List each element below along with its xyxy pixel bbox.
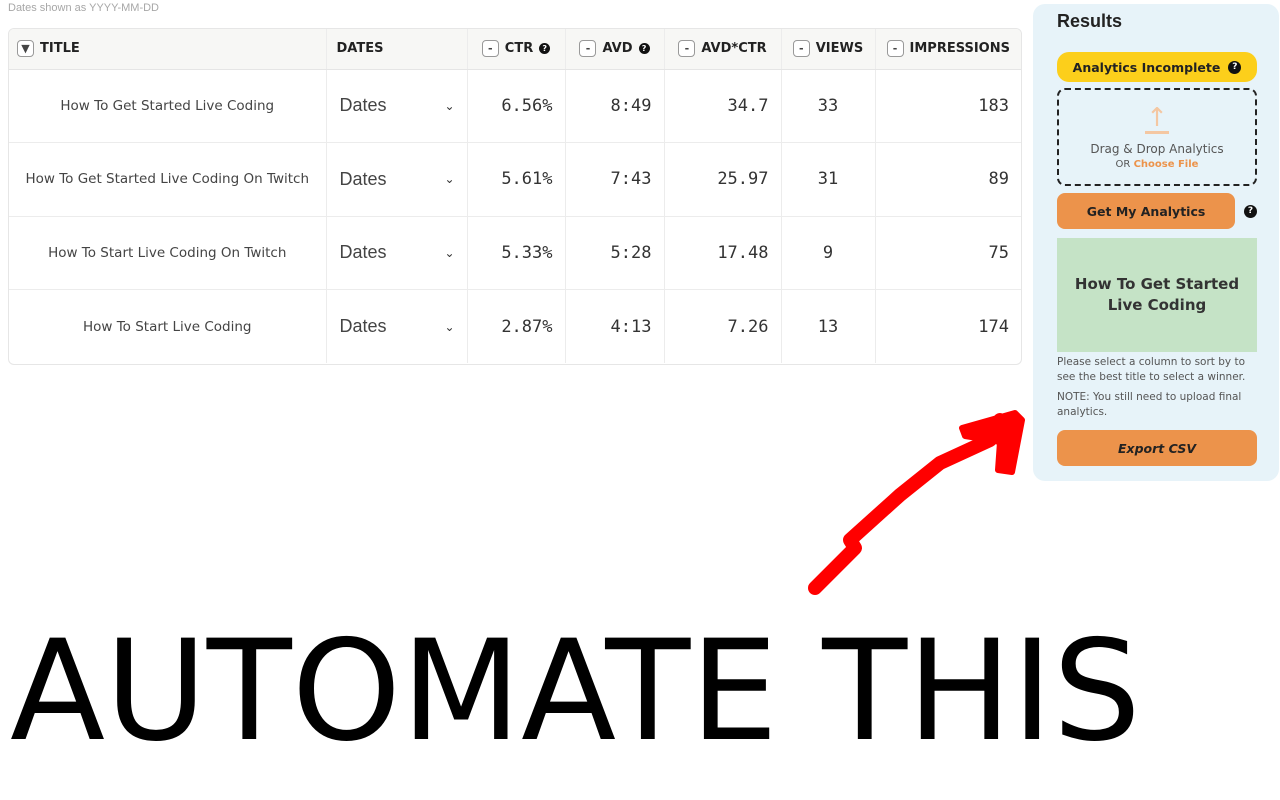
avd-cell: 8:49 (565, 69, 665, 143)
ctr-cell: 5.61% (467, 142, 566, 217)
analytics-dropzone[interactable]: ↑ Drag & Drop Analytics OR Choose File (1057, 88, 1257, 186)
impressions-cell: 75 (875, 216, 1021, 290)
arrow-head (959, 410, 1025, 475)
impressions-cell: 174 (978, 316, 1009, 337)
results-panel: Results Analytics Incomplete ? ↑ Drag & … (1033, 4, 1279, 481)
get-my-analytics-button[interactable]: Get My Analytics (1057, 193, 1236, 229)
upload-arrow-icon: ↑ (1146, 102, 1168, 133)
column-header-label: AVD*CTR (701, 41, 767, 57)
status-label: Analytics Incomplete (1072, 59, 1221, 75)
ctr-cell: 5.33% (467, 216, 566, 290)
column-header-avd-ctr[interactable]: - AVD*CTR (664, 29, 782, 70)
views-cell: 31 (781, 142, 876, 217)
winner-title-card: How To Get Started Live Coding (1057, 238, 1257, 352)
avd-ctr-cell: 34.7 (664, 69, 782, 143)
column-header-avd[interactable]: - AVD ? (565, 29, 665, 70)
avd-ctr-cell: 17.48 (664, 216, 782, 290)
views-cell: 33 (781, 69, 876, 143)
table-row: How To Start Live Coding On Twitch Dates… (9, 216, 1021, 290)
dates-label: Dates (339, 168, 387, 189)
title-cell: How To Start Live Coding (9, 289, 327, 363)
column-header-impressions[interactable]: - IMPRESSIONS (875, 29, 1021, 70)
get-analytics-row: Get My Analytics ? (1057, 193, 1257, 229)
column-header-label: DATES (336, 41, 384, 57)
export-csv-button[interactable]: Export CSV (1057, 430, 1257, 466)
table-row: How To Start Live Coding Dates ⌄ 2.87% 4:… (9, 289, 1021, 363)
column-header-title[interactable]: ▼ TITLE (9, 29, 327, 70)
table-row: How To Get Started Live Coding Dates ⌄ 6.… (9, 69, 1021, 143)
avd-cell: 5:28 (565, 216, 665, 290)
title-cell: How To Start Live Coding On Twitch (9, 216, 327, 290)
impressions-cell: 89 (875, 142, 1021, 217)
chevron-down-icon: ⌄ (444, 172, 455, 187)
automate-caption: AUTOMATE THIS (10, 610, 1141, 772)
titles-table: ▼ TITLE DATES - CTR ? - AVD ? - AVD*CTR … (8, 28, 1022, 365)
help-icon[interactable]: ? (539, 43, 551, 55)
title-cell: How To Get Started Live Coding (9, 69, 327, 143)
collapse-column-button[interactable]: - (678, 40, 696, 58)
column-header-dates: DATES (326, 29, 468, 70)
help-icon[interactable]: ? (1228, 60, 1242, 74)
collapse-column-button[interactable]: - (481, 40, 499, 58)
column-header-label: VIEWS (815, 41, 864, 57)
upload-base-icon (1145, 130, 1169, 134)
help-icon[interactable]: ? (1244, 204, 1257, 218)
dates-label: Dates (339, 242, 387, 263)
dates-dropdown[interactable]: Dates ⌄ (326, 216, 468, 290)
dates-dropdown[interactable]: Dates ⌄ (326, 289, 468, 363)
upload-note-text: NOTE: You still need to upload final ana… (1057, 391, 1242, 418)
column-header-label: TITLE (40, 41, 80, 57)
arrow-shaft (808, 413, 1007, 595)
column-header-label: IMPRESSIONS (909, 41, 1010, 57)
column-header-label: AVD (602, 41, 633, 57)
collapse-column-button[interactable]: - (886, 40, 904, 58)
chevron-down-icon: ⌄ (444, 319, 455, 334)
avd-ctr-cell: 7.26 (664, 289, 782, 363)
column-header-views[interactable]: - VIEWS (781, 29, 876, 70)
dropzone-or-line: OR Choose File (1116, 159, 1199, 170)
avd-cell: 7:43 (565, 142, 665, 217)
dates-dropdown[interactable]: Dates ⌄ (326, 69, 468, 143)
table-header-row: ▼ TITLE DATES - CTR ? - AVD ? - AVD*CTR … (9, 29, 1021, 70)
dates-dropdown[interactable]: Dates ⌄ (326, 142, 468, 217)
dates-label: Dates (339, 95, 387, 116)
column-header-label: CTR (504, 41, 534, 57)
views-cell: 13 (781, 289, 876, 363)
collapse-column-button[interactable]: - (579, 40, 597, 58)
table-row: How To Get Started Live Coding On Twitch… (9, 142, 1021, 217)
collapse-column-button[interactable]: - (792, 40, 810, 58)
column-header-ctr[interactable]: - CTR ? (467, 29, 566, 70)
or-label: OR (1115, 158, 1131, 170)
avd-cell: 4:13 (565, 289, 665, 363)
dates-label: Dates (339, 316, 387, 336)
avd-ctr-cell: 25.97 (664, 142, 782, 217)
choose-file-link[interactable]: Choose File (1134, 159, 1199, 170)
sort-hint-text: Please select a column to sort by to see… (1057, 356, 1246, 383)
impressions-cell: 183 (875, 69, 1021, 143)
ctr-cell: 6.56% (467, 69, 566, 143)
ctr-cell: 2.87% (467, 289, 566, 363)
help-icon[interactable]: ? (638, 43, 650, 55)
results-heading: Results (1057, 11, 1123, 31)
sort-toggle-icon[interactable]: ▼ (17, 40, 34, 58)
chevron-down-icon: ⌄ (444, 98, 455, 113)
views-cell: 9 (781, 216, 876, 290)
dates-format-note: Dates shown as YYYY-MM-DD (8, 2, 159, 14)
title-cell: How To Get Started Live Coding On Twitch (9, 142, 327, 217)
analytics-status-badge: Analytics Incomplete ? (1057, 52, 1257, 82)
dropzone-text: Drag & Drop Analytics (1090, 141, 1224, 156)
chevron-down-icon: ⌄ (444, 245, 455, 260)
